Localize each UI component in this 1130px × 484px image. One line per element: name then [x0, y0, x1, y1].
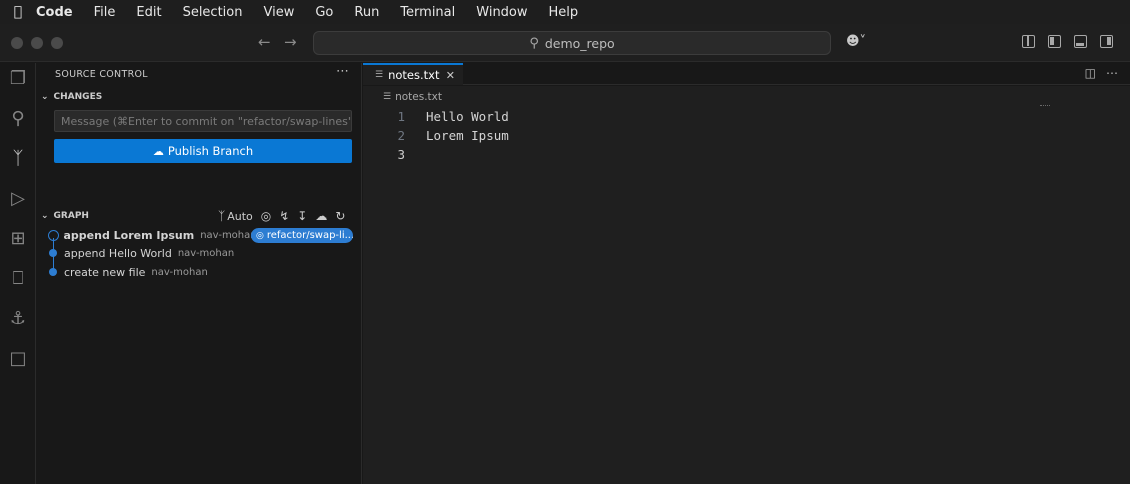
menu-window[interactable]: Window [476, 5, 527, 20]
layout-controls [1022, 35, 1113, 48]
command-center-label: demo_repo [544, 35, 615, 51]
code-line[interactable]: 2 Lorem Ipsum [363, 126, 509, 145]
fetch-icon[interactable]: ↯ [279, 209, 289, 223]
tab-label: notes.txt [388, 68, 440, 82]
editor[interactable]: ☰ notes.txt 1 Hello World 2 Lorem Ipsum … [363, 86, 1130, 484]
line-text[interactable]: Lorem Ipsum [426, 128, 509, 143]
commit-node [49, 249, 57, 257]
customize-layout-icon[interactable] [1022, 35, 1035, 48]
commit-message: append Hello World [64, 246, 172, 260]
graph-auto-label[interactable]: Auto [227, 210, 253, 223]
tab-notes-txt[interactable]: ☰ notes.txt ✕ [363, 63, 463, 85]
graph-section-header[interactable]: ⌄ GRAPH [41, 211, 89, 221]
docker-icon[interactable]: ⚓ [8, 309, 28, 329]
graph-header-label: GRAPH [53, 211, 89, 221]
editor-actions: ◫ ⋯ [1085, 66, 1118, 80]
commit-message: append Lorem Ipsum [63, 228, 195, 242]
menu-edit[interactable]: Edit [136, 5, 161, 20]
apple-icon[interactable]:  [0, 4, 36, 20]
window-controls [11, 37, 63, 49]
commit-author: nav-mohan [177, 247, 235, 259]
changes-section-header[interactable]: ⌄ CHANGES [41, 92, 102, 102]
menu-file[interactable]: File [94, 5, 116, 20]
line-text[interactable]: Hello World [426, 109, 509, 124]
code-line[interactable]: 3 [363, 145, 426, 164]
toggle-panel-icon[interactable] [1074, 35, 1087, 48]
push-cloud-icon[interactable]: ☁ [315, 209, 327, 223]
lock-icon[interactable]: □ [8, 349, 28, 369]
remote-explorer-icon[interactable]: ⎕ [8, 269, 28, 289]
changes-header-label: CHANGES [53, 92, 103, 102]
copilot-icon[interactable]: ☻˅ [846, 34, 866, 49]
text-file-icon: ☰ [375, 70, 384, 80]
activity-bar: ❐ ⚲ ᛉ ▷ ⊞ ⎕ ⚓ □ [0, 63, 36, 484]
breadcrumb-file[interactable]: notes.txt [395, 91, 442, 103]
breadcrumb[interactable]: ☰ notes.txt [383, 91, 442, 103]
maximize-window-button[interactable] [51, 37, 63, 49]
extensions-icon[interactable]: ⊞ [8, 229, 28, 249]
commit-author: nav-mohan [200, 229, 257, 241]
branch-icon[interactable]: ᛉ [218, 209, 225, 223]
menu-app-name[interactable]: Code [36, 5, 73, 20]
menu-go[interactable]: Go [315, 5, 333, 20]
target-icon: ◎ [256, 230, 264, 241]
commit-author: nav-mohan [151, 266, 208, 278]
toggle-secondary-sidebar-icon[interactable] [1100, 35, 1113, 48]
publish-branch-button[interactable]: ☁ Publish Branch [54, 139, 352, 163]
code-line[interactable]: 1 Hello World [363, 107, 509, 126]
minimize-window-button[interactable] [31, 37, 43, 49]
close-icon[interactable]: ✕ [446, 69, 455, 82]
menu-selection[interactable]: Selection [183, 5, 243, 20]
split-editor-icon[interactable]: ◫ [1085, 66, 1096, 80]
menu-run[interactable]: Run [354, 5, 379, 20]
command-center[interactable]: ⚲ demo_repo [313, 31, 831, 55]
title-bar: ← → ⚲ demo_repo ☻˅ [0, 24, 1130, 62]
source-control-sidebar: SOURCE CONTROL ⋯ ⌄ CHANGES Message (⌘Ent… [37, 63, 362, 484]
graph-toolbar: ᛉ Auto ◎ ↯ ↧ ☁ ↻ [218, 209, 345, 223]
toggle-primary-sidebar-icon[interactable] [1048, 35, 1061, 48]
menu-view[interactable]: View [263, 5, 294, 20]
chevron-down-icon: ⌄ [41, 211, 49, 221]
menu-help[interactable]: Help [549, 5, 579, 20]
commit-node [49, 268, 57, 276]
close-window-button[interactable] [11, 37, 23, 49]
forward-arrow-icon[interactable]: → [284, 33, 297, 51]
commit-row[interactable]: append Hello World nav-mohan [49, 244, 234, 262]
commit-message: create new file [64, 265, 146, 279]
source-control-icon[interactable]: ᛉ [8, 149, 28, 169]
commit-row[interactable]: append Lorem Ipsum nav-mohan [47, 226, 257, 244]
commit-message-input[interactable]: Message (⌘Enter to commit on "refactor/s… [54, 110, 352, 132]
head-commit-node [47, 229, 59, 241]
menu-terminal[interactable]: Terminal [400, 5, 455, 20]
line-number: 1 [397, 109, 405, 124]
more-actions-icon[interactable]: ⋯ [336, 64, 349, 79]
refresh-icon[interactable]: ↻ [335, 209, 345, 223]
chevron-down-icon: ⌄ [41, 92, 49, 102]
line-number: 3 [397, 147, 405, 162]
editor-tab-bar: ☰ notes.txt ✕ ◫ ⋯ [363, 63, 1130, 85]
line-number: 2 [397, 128, 405, 143]
target-icon[interactable]: ◎ [261, 209, 271, 223]
commit-row[interactable]: create new file nav-mohan [49, 263, 208, 281]
cloud-upload-icon: ☁ [152, 144, 164, 158]
branch-badge-label: refactor/swap-li... [266, 230, 353, 241]
minimap[interactable] [1040, 105, 1050, 108]
branch-badge[interactable]: ◎ refactor/swap-li... [251, 228, 353, 243]
pull-icon[interactable]: ↧ [297, 209, 307, 223]
search-icon[interactable]: ⚲ [8, 109, 28, 129]
more-actions-icon[interactable]: ⋯ [1106, 66, 1118, 80]
search-icon: ⚲ [529, 35, 539, 51]
back-arrow-icon[interactable]: ← [258, 33, 271, 51]
publish-branch-label: Publish Branch [167, 144, 254, 158]
sidebar-title: SOURCE CONTROL [55, 69, 148, 80]
text-file-icon: ☰ [383, 92, 392, 102]
menu-bar:  Code File Edit Selection View Go Run T… [0, 0, 1130, 24]
explorer-icon[interactable]: ❐ [8, 69, 28, 89]
run-debug-icon[interactable]: ▷ [8, 189, 28, 209]
